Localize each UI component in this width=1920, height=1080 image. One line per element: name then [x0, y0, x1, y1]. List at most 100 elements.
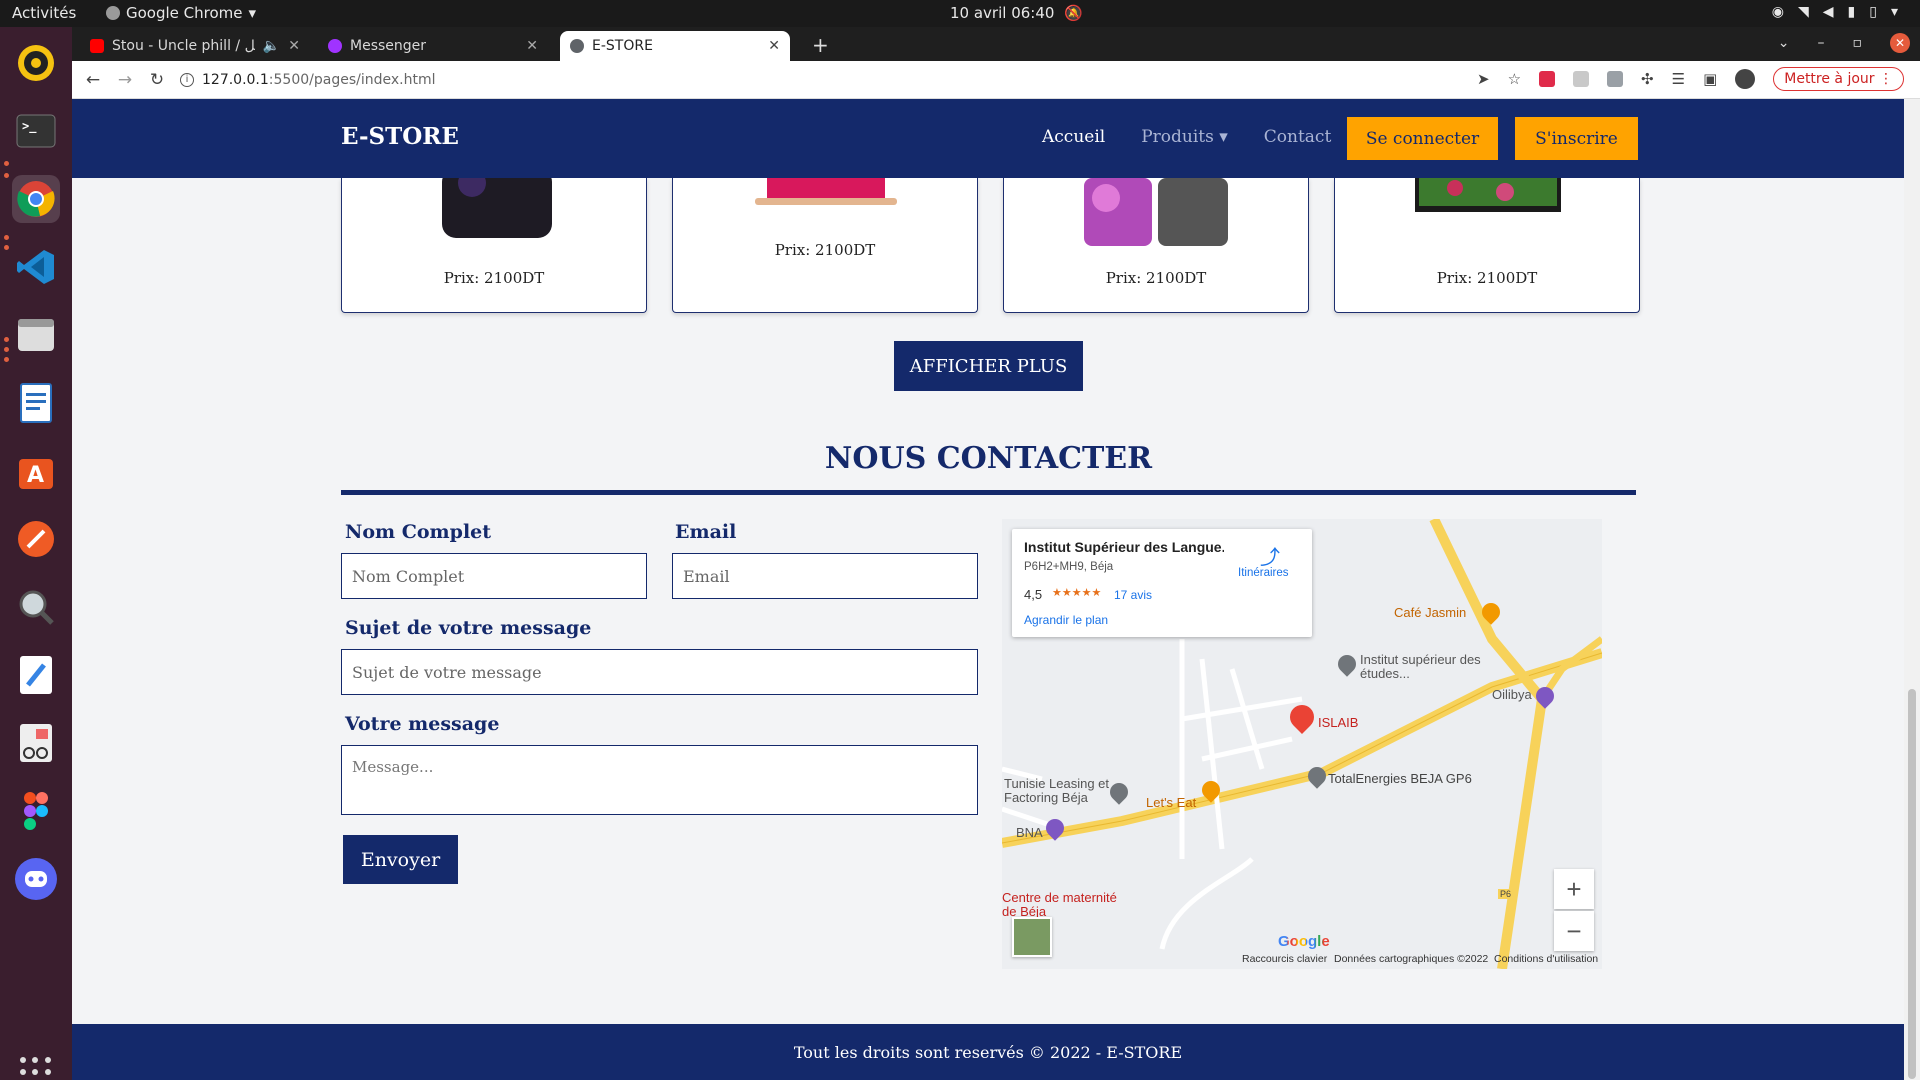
discord-tray-icon: ◉ [1771, 4, 1784, 20]
place-name: Institut Supérieur des Langue... [1024, 539, 1224, 555]
avatar[interactable] [1735, 69, 1756, 89]
browser-window: Stou - Uncle phill / قيل 🔈 ✕ Messenger ✕… [72, 27, 1920, 1080]
app-name: Google Chrome [126, 4, 243, 22]
scrollbar-thumb[interactable] [1908, 689, 1916, 1079]
maximize-icon[interactable]: ▫ [1853, 35, 1863, 51]
reload-icon[interactable]: ↻ [146, 70, 168, 90]
forward-icon[interactable]: → [114, 70, 136, 90]
close-tab-icon[interactable]: ✕ [526, 38, 538, 54]
update-label: Mettre à jour [1784, 71, 1875, 87]
tab-estore[interactable]: E-STORE ✕ [560, 31, 790, 61]
chrome-dock-icon[interactable] [12, 175, 60, 223]
site-info-icon[interactable]: i [180, 73, 194, 87]
text-editor-icon[interactable] [12, 651, 60, 699]
zoom-out-button[interactable]: − [1554, 911, 1594, 951]
files-icon[interactable] [12, 311, 60, 359]
document-viewer-icon[interactable] [12, 719, 60, 767]
figma-icon[interactable] [12, 787, 60, 835]
nav-contact-link[interactable]: Contact [1264, 127, 1332, 147]
discord-icon[interactable] [12, 855, 60, 903]
product-image-phone [442, 168, 552, 238]
microphone-icon: ▮ [1847, 4, 1856, 20]
url-host: 127.0.0.1 [202, 72, 269, 88]
close-tab-icon[interactable]: ✕ [288, 38, 300, 54]
speaker-icon[interactable]: 🔈 [263, 38, 280, 54]
nav-home-link[interactable]: Accueil [1042, 127, 1105, 147]
terms-link[interactable]: Conditions d'utilisation [1494, 953, 1598, 965]
name-input[interactable]: Nom Complet [341, 553, 647, 599]
running-indicator [4, 347, 9, 352]
app-menu[interactable]: Google Chrome ▾ [106, 4, 256, 22]
running-indicator [4, 173, 9, 178]
signup-button[interactable]: S'inscrire [1515, 117, 1638, 160]
show-more-button[interactable]: AFFICHER PLUS [894, 341, 1083, 391]
image-viewer-icon[interactable] [12, 583, 60, 631]
minimize-icon[interactable]: – [1818, 35, 1825, 51]
show-apps-icon[interactable] [20, 1057, 52, 1080]
send-icon[interactable]: ➤ [1477, 70, 1490, 88]
tab-search-icon[interactable]: ⌄ [1778, 35, 1790, 51]
page-viewport: Prix: 2100DT Prix: 2100DT Prix: 2100DT P… [72, 99, 1904, 1080]
notifications-off-icon: 🔕 [1064, 4, 1084, 22]
terminal-icon[interactable]: >_ [12, 107, 60, 155]
svg-text:>_: >_ [22, 119, 37, 134]
side-panel-icon[interactable]: ▣ [1703, 70, 1717, 88]
keyboard-shortcuts-link[interactable]: Raccourcis clavier [1242, 953, 1327, 965]
satellite-toggle[interactable] [1012, 917, 1052, 957]
send-button[interactable]: Envoyer [343, 835, 458, 884]
activities-button[interactable]: Activités [12, 4, 76, 22]
product-card[interactable]: Prix: 2100DT [1003, 178, 1309, 313]
libreoffice-writer-icon[interactable] [12, 379, 60, 427]
clock[interactable]: 10 avril 06:40 🔕 [950, 4, 1083, 22]
wifi-icon: ◥ [1797, 4, 1809, 20]
subject-input[interactable]: Sujet de votre message [341, 649, 978, 695]
reviews-link[interactable]: 17 avis [1114, 588, 1152, 602]
postman-icon[interactable] [12, 515, 60, 563]
directions-link[interactable]: Itinéraires [1238, 567, 1289, 579]
extension-icon[interactable] [1539, 71, 1556, 87]
reading-list-icon[interactable]: ☰ [1672, 70, 1685, 88]
zoom-in-button[interactable]: + [1554, 869, 1594, 909]
close-window-icon[interactable]: ✕ [1890, 33, 1910, 53]
email-label: Email [675, 521, 737, 543]
login-button[interactable]: Se connecter [1347, 117, 1498, 160]
close-tab-icon[interactable]: ✕ [768, 38, 780, 54]
product-price: Prix: 2100DT [774, 241, 876, 259]
tab-messenger[interactable]: Messenger ✕ [318, 31, 548, 61]
google-logo-text: Google [1278, 933, 1330, 950]
directions-icon[interactable]: ⤴ [1260, 541, 1280, 570]
running-indicator [4, 161, 9, 166]
product-card[interactable]: Prix: 2100DT [1334, 178, 1640, 313]
nav-links: Accueil Produits ▾ Contact [1042, 127, 1331, 147]
update-button[interactable]: Mettre à jour ⋮ [1773, 67, 1904, 91]
new-tab-icon[interactable]: + [812, 33, 829, 57]
google-map-embed[interactable]: Institut Supérieur des Langue... P6H2+MH… [1002, 519, 1602, 969]
rhythmbox-icon[interactable] [12, 39, 60, 87]
system-tray[interactable]: ◉ ◥ ◀ ▮ ▯ ▾ [1772, 4, 1898, 20]
extension-icon[interactable] [1607, 71, 1624, 87]
back-icon[interactable]: ← [82, 70, 104, 90]
page-scrollbar[interactable] [1904, 99, 1920, 1080]
product-card[interactable]: Prix: 2100DT [341, 168, 647, 313]
site-brand[interactable]: E-STORE [341, 123, 459, 150]
puzzle-icon[interactable]: ✣ [1641, 70, 1654, 88]
vscode-icon[interactable] [12, 243, 60, 291]
section-divider [341, 490, 1636, 495]
map-label-bna: BNA [1016, 825, 1043, 840]
subject-label: Sujet de votre message [345, 617, 592, 639]
nav-products-dropdown[interactable]: Produits ▾ [1141, 127, 1228, 147]
product-price: Prix: 2100DT [1436, 269, 1538, 287]
message-textarea[interactable]: Message... [341, 745, 978, 815]
map-label-islaib: ISLAIB [1318, 715, 1359, 730]
system-top-bar: Activités Google Chrome ▾ 10 avril 06:40… [0, 0, 1920, 27]
bookmark-star-icon[interactable]: ☆ [1508, 70, 1521, 88]
address-bar[interactable]: i 127.0.0.1:5500/pages/index.html [180, 65, 1410, 95]
running-indicator [4, 245, 9, 250]
app-center-icon[interactable]: A [12, 447, 60, 495]
tab-youtube[interactable]: Stou - Uncle phill / قيل 🔈 ✕ [80, 31, 310, 61]
email-input[interactable]: Email [672, 553, 978, 599]
power-menu-icon: ▾ [1890, 4, 1898, 20]
enlarge-map-link[interactable]: Agrandir le plan [1024, 613, 1108, 627]
product-card[interactable]: Prix: 2100DT [672, 178, 978, 313]
extension-icon[interactable] [1573, 71, 1590, 87]
